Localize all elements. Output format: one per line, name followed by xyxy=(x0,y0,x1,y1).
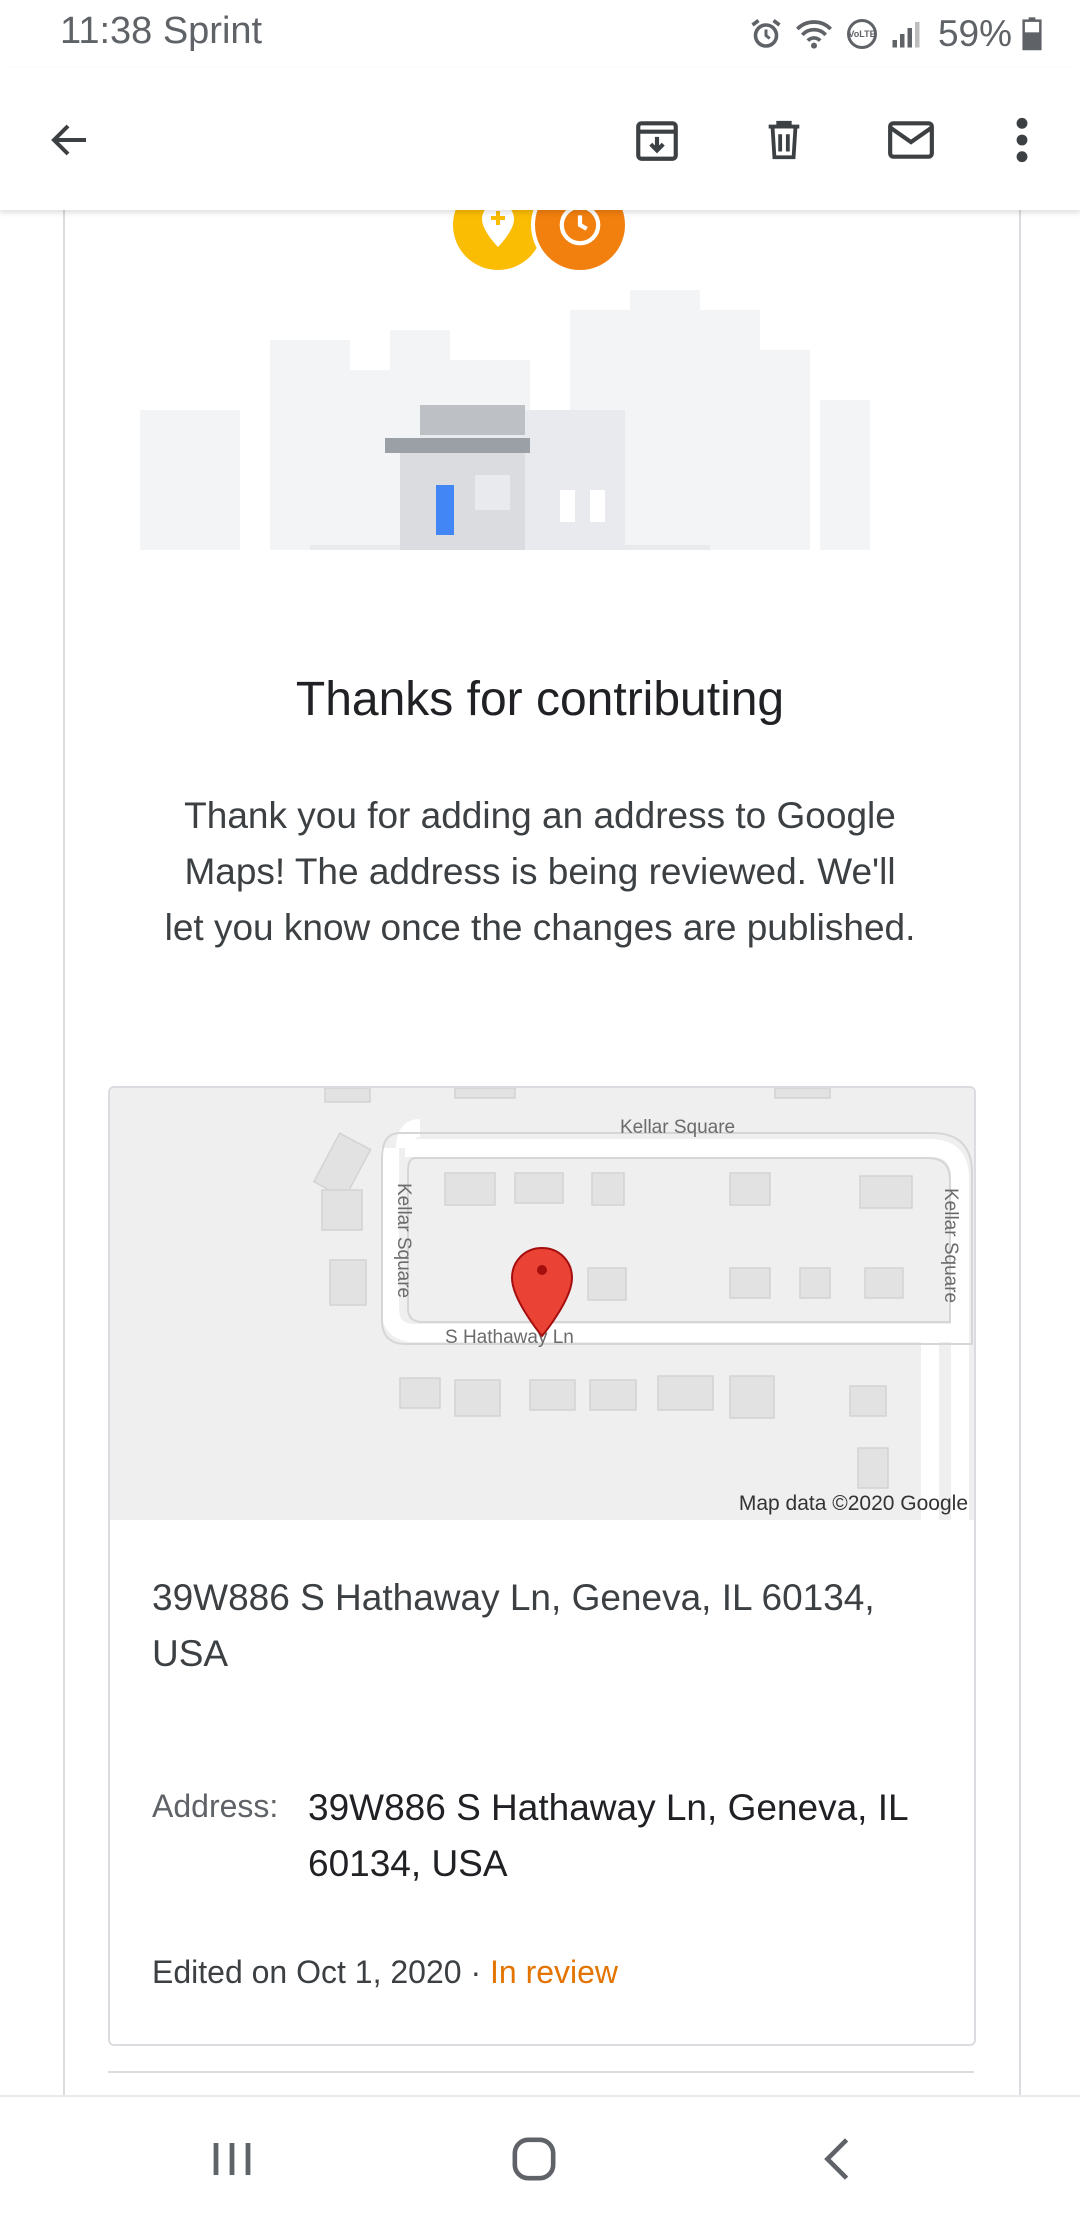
mark-unread-button[interactable] xyxy=(875,104,947,176)
section-divider xyxy=(108,2071,974,2073)
alarm-icon xyxy=(751,19,781,48)
map-attribution: Map data ©2020 Google xyxy=(738,1492,968,1515)
status-time-carrier: 11:38 Sprint xyxy=(60,10,263,52)
status-icons: VoLTE 59% xyxy=(748,12,1042,56)
archive-icon xyxy=(636,121,678,161)
address-title: 39W886 S Hathaway Ln, Geneva, IL 60134, … xyxy=(152,1577,875,1674)
email-body-text: Thank you for adding an address to Googl… xyxy=(164,795,916,948)
mail-icon xyxy=(888,121,934,159)
map-street-label-right: Kellar Square xyxy=(940,1188,961,1303)
address-card: Kellar Square S Hathaway Ln Kellar Squar… xyxy=(108,1086,976,2046)
delete-icon xyxy=(768,120,800,160)
address-value: 39W886 S Hathaway Ln, Geneva, IL 60134, … xyxy=(308,1787,908,1884)
nav-back-icon xyxy=(824,2138,849,2180)
more-vert-icon xyxy=(1016,117,1028,163)
nav-back-button[interactable] xyxy=(797,2123,877,2195)
battery-level: 59% xyxy=(937,13,1012,54)
edited-date: Edited on Oct 1, 2020 · xyxy=(152,1954,490,1990)
edit-status-line: Edited on Oct 1, 2020 · In review xyxy=(152,1954,618,1991)
house-illustration xyxy=(140,290,870,550)
recent-apps-button[interactable] xyxy=(192,2123,272,2195)
map-graphic: Kellar Square S Hathaway Ln Kellar Squar… xyxy=(312,1088,973,1520)
map-street-label-top: Kellar Square xyxy=(620,1117,735,1138)
app-bar xyxy=(0,68,1080,210)
system-nav-bar xyxy=(0,2095,1080,2222)
map-street-label-left: Kellar Square xyxy=(393,1183,414,1298)
wifi-icon xyxy=(795,20,832,49)
recent-apps-icon xyxy=(213,2143,251,2175)
address-label: Address: xyxy=(152,1788,279,1824)
more-options-button[interactable] xyxy=(986,104,1058,176)
review-status: In review xyxy=(489,1954,619,1990)
home-icon xyxy=(512,2137,556,2181)
svg-text:VoLTE: VoLTE xyxy=(848,29,875,39)
volte-icon: VoLTE xyxy=(846,19,877,49)
map-preview[interactable]: Kellar Square S Hathaway Ln Kellar Squar… xyxy=(110,1088,974,1520)
email-heading: Thanks for contributing xyxy=(295,673,785,726)
status-bar: 11:38 Sprint VoLTE 59% xyxy=(0,0,1080,68)
map-street-label-bottom: S Hathaway Ln xyxy=(445,1327,574,1348)
back-button[interactable] xyxy=(34,104,106,176)
archive-button[interactable] xyxy=(621,104,693,176)
battery-icon xyxy=(1022,17,1042,51)
back-arrow-icon xyxy=(51,124,86,156)
delete-button[interactable] xyxy=(748,104,820,176)
signal-icon xyxy=(892,22,920,48)
home-button[interactable] xyxy=(494,2123,574,2195)
